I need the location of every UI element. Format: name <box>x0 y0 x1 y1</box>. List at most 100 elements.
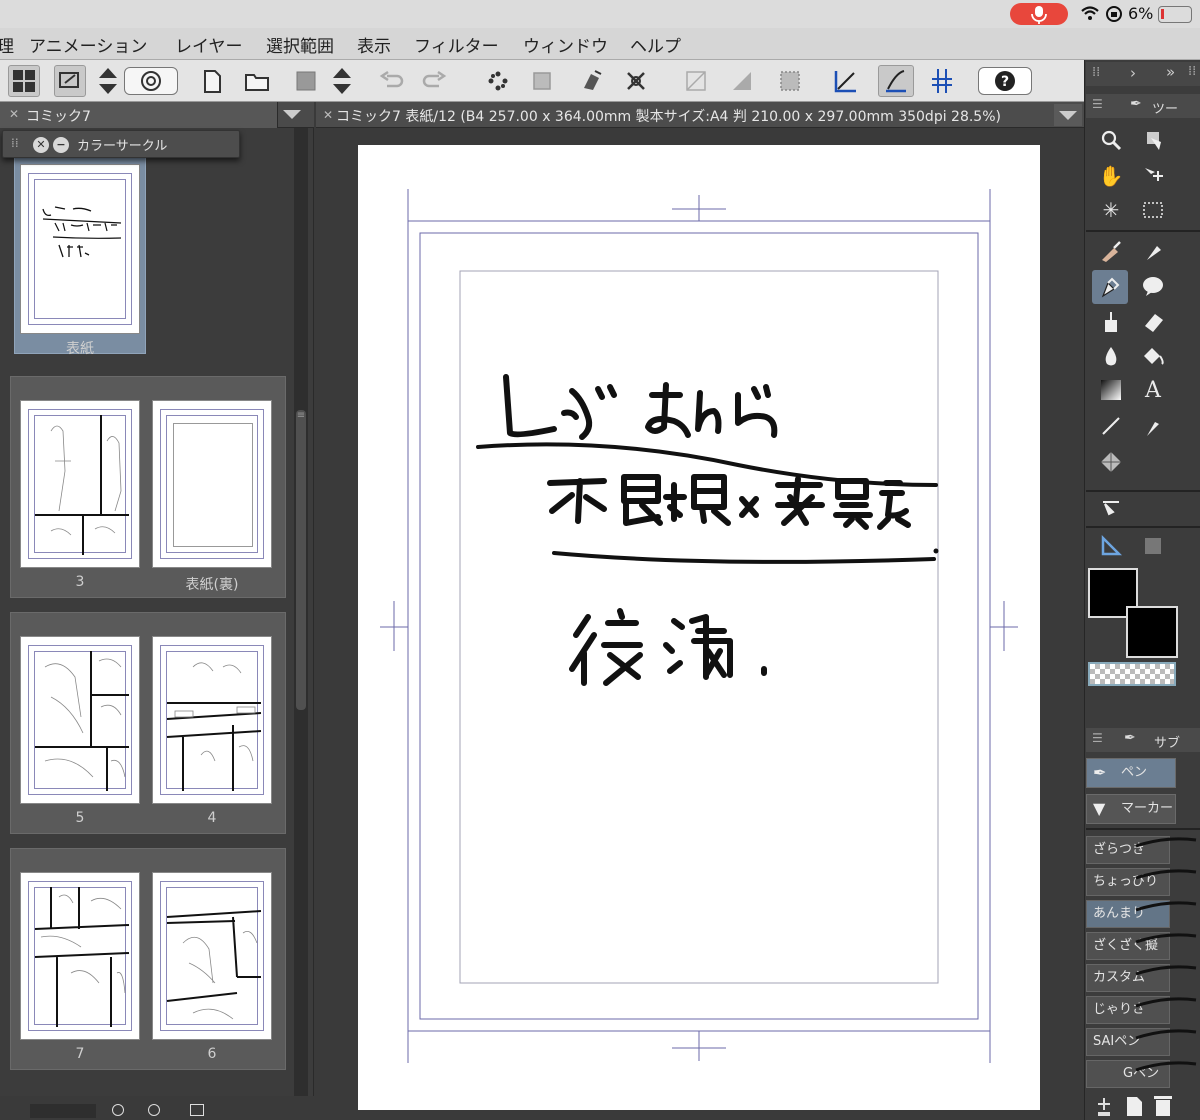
menu-item-help[interactable]: ヘルプ <box>630 32 681 57</box>
page-thumb-4[interactable] <box>152 636 272 804</box>
hand-tool-icon[interactable]: ✋ <box>1094 160 1128 192</box>
gradient-tool-icon[interactable] <box>1094 374 1128 406</box>
tone-icon[interactable] <box>726 65 758 97</box>
color-circle-palette[interactable]: ⁞⁞ ✕ − カラーサークル <box>2 130 240 158</box>
separator <box>1086 490 1200 492</box>
sub-color-swatch[interactable] <box>1126 606 1178 658</box>
page-label: 4 <box>207 810 217 826</box>
object-select-icon[interactable] <box>1136 124 1170 156</box>
menu-item-layer[interactable]: レイヤー <box>175 32 243 57</box>
resize-grip-icon[interactable]: ≡ <box>296 410 306 424</box>
double-chevron-icon[interactable]: » <box>1166 63 1175 81</box>
snap-dots-icon[interactable] <box>482 65 514 97</box>
page-settings-icon[interactable] <box>190 1104 204 1116</box>
close-tab-icon[interactable]: ✕ <box>9 107 19 121</box>
menu-item-selection[interactable]: 選択範囲 <box>266 32 334 57</box>
open-folder-icon[interactable] <box>242 65 274 97</box>
chevron-down-icon[interactable] <box>280 106 304 126</box>
up-down-arrows-icon[interactable] <box>94 65 122 97</box>
svg-text:?: ? <box>1001 74 1009 90</box>
transform-icon[interactable] <box>526 65 558 97</box>
menu-item-filter[interactable]: フィルター <box>414 32 499 57</box>
save-icon[interactable] <box>290 65 322 97</box>
menu-item-view[interactable]: 表示 <box>357 32 391 57</box>
menu-item-animation[interactable]: アニメーション <box>29 32 147 57</box>
marquee-tool-icon[interactable] <box>1136 194 1170 226</box>
page-label: 表紙 <box>66 341 94 357</box>
help-icon[interactable]: ? <box>978 67 1032 95</box>
menu-item-window[interactable]: ウィンドウ <box>523 32 608 57</box>
blend-tool-icon[interactable] <box>1094 340 1128 372</box>
speech-balloon-icon[interactable] <box>1136 270 1170 302</box>
subtool-icon: ✒ <box>1124 730 1136 746</box>
grip-icon[interactable]: ⁞⁞ <box>11 136 19 150</box>
correct-line-icon[interactable] <box>1136 410 1170 442</box>
battery-icon <box>1158 6 1192 23</box>
line-tool-icon[interactable] <box>1094 410 1128 442</box>
up-down-arrows-2-icon[interactable] <box>328 65 356 97</box>
status-bar: 6% <box>0 0 1200 28</box>
tab-title: コミック7 <box>26 109 91 125</box>
pen-tool-icon[interactable] <box>1136 236 1170 268</box>
ruler-tool-icon[interactable] <box>1094 530 1128 562</box>
separator <box>1086 230 1200 232</box>
copy-subtool-icon[interactable] <box>1122 1094 1146 1118</box>
separator <box>1086 828 1200 830</box>
eyedropper-icon[interactable] <box>1094 236 1128 268</box>
fill-tool-icon[interactable] <box>1136 340 1170 372</box>
tab-comic7[interactable]: ✕ コミック7 <box>0 102 278 128</box>
canvas-title[interactable]: コミック7 表紙/12 (B4 257.00 x 364.00mm 製本サイズ:… <box>336 106 1001 126</box>
clear-icon[interactable] <box>576 65 608 97</box>
pen-selected-icon[interactable] <box>1092 270 1128 304</box>
chevron-right-icon[interactable]: › <box>1130 64 1136 82</box>
page-thumb-cover[interactable] <box>20 164 140 334</box>
close-palette-icon[interactable]: ✕ <box>33 137 49 153</box>
page-thumb-back-cover[interactable] <box>152 400 272 568</box>
canvas-paper[interactable] <box>358 145 1040 1110</box>
subtool-settings-icon[interactable] <box>1092 1094 1116 1118</box>
grid-ruler-icon[interactable] <box>926 65 958 97</box>
page-label: 5 <box>75 810 85 826</box>
zoom-in-icon[interactable] <box>148 1104 160 1116</box>
page-thumb-3[interactable] <box>20 400 140 568</box>
decoration-icon[interactable] <box>1094 446 1128 478</box>
menu-item-edit[interactable]: 理 <box>0 32 14 57</box>
page-thumb-5[interactable] <box>20 636 140 804</box>
magic-wand-icon[interactable]: ✳ <box>1094 194 1128 226</box>
tool-palette-header: ☰ ✒ ツー <box>1086 94 1200 118</box>
canvas-menu-button[interactable] <box>1054 104 1082 126</box>
menu-bar: 理 アニメーション レイヤー 選択範囲 表示 フィルター ウィンドウ ヘルプ <box>0 28 1200 60</box>
minimize-palette-icon[interactable]: − <box>53 137 69 153</box>
undo-icon[interactable] <box>376 65 408 97</box>
spiral-icon[interactable] <box>124 67 178 95</box>
page-label: 7 <box>75 1046 85 1062</box>
move-tool-icon[interactable] <box>1136 160 1170 192</box>
transparent-color-swatch[interactable] <box>1088 662 1176 686</box>
selection-expand-icon[interactable] <box>620 65 652 97</box>
eraser-icon[interactable] <box>1136 306 1170 338</box>
page-thumb-7[interactable] <box>20 872 140 1040</box>
ruler-snap-icon[interactable] <box>878 65 914 97</box>
redo-icon[interactable] <box>418 65 450 97</box>
zoom-tool-icon[interactable] <box>1094 124 1128 156</box>
trash-icon[interactable] <box>1150 1092 1176 1118</box>
ruler-hatch-icon[interactable] <box>680 65 712 97</box>
subtool-palette-header: ☰ ✒ サブ <box>1086 728 1200 752</box>
grid-view-icon[interactable] <box>8 65 40 97</box>
subtool-pen[interactable]: ✒ ペン <box>1086 758 1176 788</box>
frame-border-icon[interactable] <box>1136 530 1170 562</box>
close-canvas-icon[interactable]: ✕ <box>323 108 333 122</box>
export-icon[interactable] <box>54 65 86 97</box>
scrollbar-thumb[interactable] <box>296 410 306 710</box>
subtool-marker[interactable]: ▼ マーカー <box>1086 794 1176 824</box>
text-tool-icon[interactable]: A <box>1136 374 1170 406</box>
page-thumb-6[interactable] <box>152 872 272 1040</box>
operation-tool-icon[interactable] <box>1094 494 1128 526</box>
dotted-square-icon[interactable] <box>774 65 806 97</box>
airbrush-icon[interactable] <box>1094 306 1128 338</box>
microphone-indicator <box>1010 3 1068 25</box>
zoom-out-icon[interactable] <box>112 1104 124 1116</box>
separator <box>1086 526 1200 528</box>
perspective-ruler-icon[interactable] <box>830 65 862 97</box>
new-file-icon[interactable] <box>196 65 228 97</box>
